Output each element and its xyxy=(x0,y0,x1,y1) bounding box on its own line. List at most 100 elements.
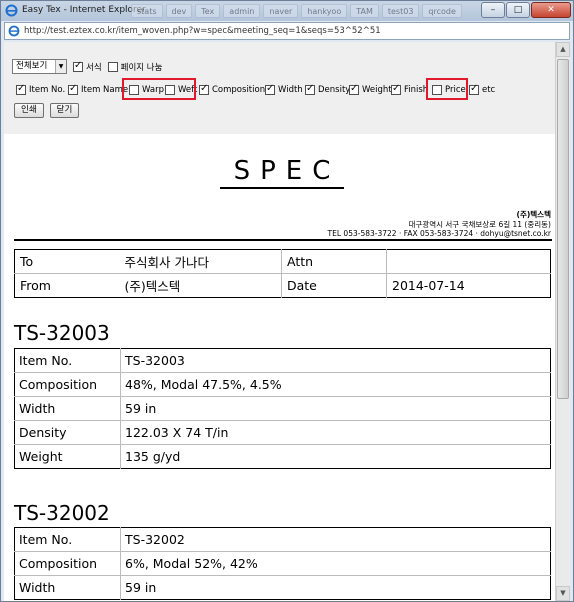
spec-value: 6%, Modal 52%, 42% xyxy=(120,551,551,576)
highlight-box-price xyxy=(426,78,468,100)
item-code-heading: TS-32002 xyxy=(14,501,110,525)
company-address: 대구광역시 서구 국채보상로 6길 11 (중리동) xyxy=(408,219,552,229)
close-button[interactable]: 닫기 xyxy=(49,103,80,118)
recipient-table: To 주식회사 가나다 Attn From (주)텍스텍 Date 2014-0… xyxy=(14,249,551,298)
company-contact: TEL 053-583-3722 · FAX 053-583-3724 · do… xyxy=(327,229,551,238)
spec-table: Item No. TS-32002 Composition 6%, Modal … xyxy=(14,527,551,600)
close-window-button[interactable]: ✕ xyxy=(531,2,571,18)
density-label: Density xyxy=(318,85,351,95)
spec-table: Item No. TS-32003 Composition 48%, Modal… xyxy=(14,348,551,469)
ghost-tab: test03 xyxy=(381,4,420,18)
ghost-tab: stats xyxy=(131,4,163,18)
etc-checkbox[interactable] xyxy=(469,83,479,95)
title-underline xyxy=(220,187,344,189)
page-break-label: 페이지 나눔 xyxy=(120,62,163,73)
width-label: Width xyxy=(278,85,303,95)
background-taskbar-tabs: stats dev Tex admin naver hankyoo TAM te… xyxy=(131,4,462,18)
finish-checkbox[interactable] xyxy=(391,83,401,95)
address-bar[interactable]: http://test.eztex.co.kr/item_woven.php?w… xyxy=(4,22,570,40)
header-divider xyxy=(14,239,552,241)
attn-value xyxy=(386,249,551,274)
spec-value: 135 g/yd xyxy=(125,449,181,464)
table-row: Width 59 in xyxy=(14,575,551,600)
highlight-box-warp-weft xyxy=(122,78,196,100)
ghost-tab: hankyoo xyxy=(301,4,348,18)
ie-app-icon xyxy=(5,4,18,17)
spec-key: Width xyxy=(14,575,121,600)
item-no-checkbox[interactable] xyxy=(16,83,26,95)
table-row: Item No. TS-32003 xyxy=(14,348,551,373)
scrollbar-thumb[interactable] xyxy=(557,59,569,399)
company-name: (주)텍스텍 xyxy=(516,210,551,219)
chevron-down-icon: ▼ xyxy=(55,60,66,73)
field-option-etc[interactable]: etc xyxy=(469,83,495,97)
field-option-item-no[interactable]: Item No. xyxy=(16,83,65,97)
spec-value: 48%, Modal 47.5%, 4.5% xyxy=(120,372,551,397)
date-value: 2014-07-14 xyxy=(386,273,551,298)
page-icon xyxy=(8,25,20,37)
page-break-checkbox[interactable] xyxy=(107,61,118,72)
item-no-label: Item No. xyxy=(29,85,66,95)
ghost-tab: admin xyxy=(223,4,261,18)
spec-key: Composition xyxy=(14,551,121,576)
company-block: (주)텍스텍 대구광역시 서구 국채보상로 6길 11 (중리동) TEL 05… xyxy=(328,210,551,239)
action-buttons-row: 인쇄 닫기 xyxy=(14,103,80,118)
field-option-composition[interactable]: Composition xyxy=(199,83,265,97)
format-label: 서식 xyxy=(86,62,102,73)
date-label: Date xyxy=(281,273,387,298)
window-title: Easy Tex - Internet Explorer xyxy=(22,5,146,15)
window-controls: – □ ✕ xyxy=(480,2,571,18)
attn-label: Attn xyxy=(281,249,387,274)
ghost-tab: TAM xyxy=(350,4,379,18)
spec-key: Composition xyxy=(14,372,121,397)
options-toolbar: 전체보기 ▼ 서식 페이지 나눔 Item No. Item Name xyxy=(4,42,570,134)
vertical-scrollbar[interactable]: ▲ ▼ xyxy=(555,42,570,601)
field-option-width[interactable]: Width xyxy=(265,83,303,97)
spec-value: TS-32003 xyxy=(120,348,551,373)
view-options-row: 전체보기 ▼ 서식 페이지 나눔 xyxy=(12,59,168,74)
format-checkbox[interactable] xyxy=(73,60,83,72)
spec-value: TS-32002 xyxy=(120,527,551,552)
maximize-button[interactable]: □ xyxy=(506,2,530,18)
ghost-tab: qrcode xyxy=(422,4,462,18)
page-content: 전체보기 ▼ 서식 페이지 나눔 Item No. Item Name xyxy=(4,42,570,601)
composition-checkbox[interactable] xyxy=(199,83,209,95)
spec-value: 122.03 X 74 T/in xyxy=(120,420,551,445)
width-checkbox[interactable] xyxy=(265,83,275,95)
spec-key: Item No. xyxy=(14,527,121,552)
field-option-item-name[interactable]: Item Name xyxy=(68,83,128,97)
print-button[interactable]: 인쇄 xyxy=(14,103,44,118)
from-label: From xyxy=(20,278,51,293)
table-row: Weight 135 g/yd xyxy=(14,444,551,469)
spec-key: Item No. xyxy=(14,348,121,373)
field-option-density[interactable]: Density xyxy=(305,83,350,97)
item-name-checkbox[interactable] xyxy=(68,83,78,95)
from-value: (주)텍스텍 xyxy=(124,279,181,294)
etc-label: etc xyxy=(482,85,496,95)
scroll-up-icon[interactable]: ▲ xyxy=(556,42,570,57)
composition-label: Composition xyxy=(212,85,266,95)
to-value: 주식회사 가나다 xyxy=(119,249,282,274)
weight-checkbox[interactable] xyxy=(349,83,359,95)
spec-value: 59 in xyxy=(120,396,551,421)
document-title: SPEC xyxy=(233,156,341,186)
ghost-tab: naver xyxy=(263,4,299,18)
browser-window: Easy Tex - Internet Explorer stats dev T… xyxy=(0,0,574,602)
density-checkbox[interactable] xyxy=(305,83,315,95)
url-text[interactable]: http://test.eztex.co.kr/item_woven.php?w… xyxy=(24,26,381,36)
table-row: Density 122.03 X 74 T/in xyxy=(14,420,551,445)
minimize-button[interactable]: – xyxy=(481,2,505,18)
spec-key: Width xyxy=(14,396,121,421)
view-select[interactable]: 전체보기 ▼ xyxy=(12,59,67,74)
table-row: Item No. TS-32002 xyxy=(14,527,551,552)
spec-key: Weight xyxy=(14,444,121,469)
field-option-finish[interactable]: Finish xyxy=(391,83,428,97)
spec-key: Density xyxy=(14,420,121,445)
spec-value: 59 in xyxy=(125,580,157,595)
weight-label: Weight xyxy=(362,85,392,95)
ghost-tab: Tex xyxy=(195,4,221,18)
scroll-down-icon[interactable]: ▼ xyxy=(556,586,570,601)
ghost-tab: dev xyxy=(165,4,193,18)
table-row: Composition 6%, Modal 52%, 42% xyxy=(14,551,551,576)
field-option-weight[interactable]: Weight xyxy=(349,83,392,97)
